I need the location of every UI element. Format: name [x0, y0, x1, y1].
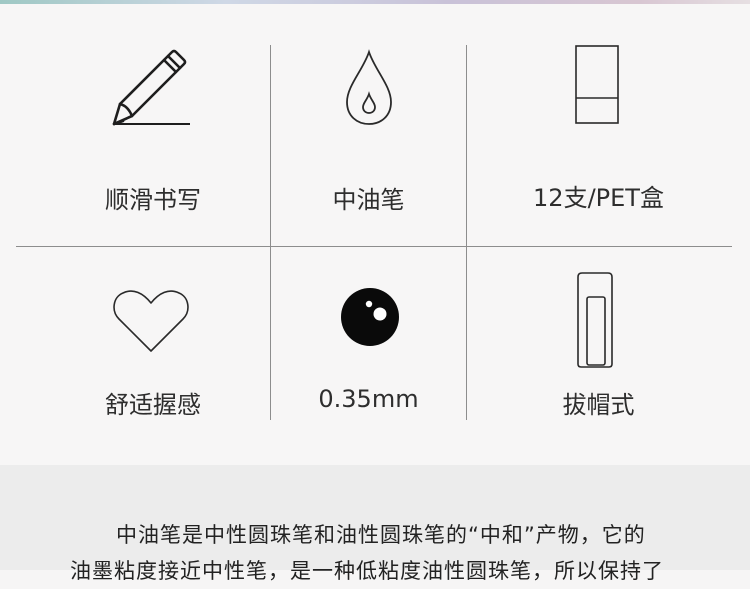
- feature-label: 0.35mm: [318, 385, 419, 413]
- pencil-icon: [112, 49, 190, 126]
- heart-icon: [113, 290, 189, 352]
- feature-label: 中油笔: [332, 186, 405, 214]
- box-icon: [575, 45, 619, 124]
- description-line-2: 油墨粘度接近中性笔，是一种低粘度油性圆珠笔，所以保持了: [70, 559, 664, 583]
- feature-cap-type: 拔帽式: [467, 247, 730, 422]
- pen-cap-icon: [577, 272, 613, 368]
- description-line-1: 中油笔是中性圆珠笔和油性圆珠笔的“中和”产物，它的: [116, 523, 646, 547]
- feature-medium-oil-pen: 中油笔: [271, 4, 466, 246]
- feature-label: 舒适握感: [105, 391, 201, 419]
- ink-drop-icon: [346, 49, 392, 125]
- feature-comfortable-grip: 舒适握感: [36, 247, 270, 422]
- feature-tip-size: 0.35mm: [271, 247, 466, 422]
- feature-box-pack: 12支/PET盒: [467, 4, 730, 246]
- feature-grid: 顺滑书写 中油笔 12支/PET盒 舒适握感 0.35mm 拔帽式: [0, 4, 750, 465]
- ball-tip-icon: [341, 288, 399, 346]
- feature-label: 12支/PET盒: [533, 184, 664, 212]
- feature-label: 拔帽式: [562, 391, 635, 419]
- feature-label: 顺滑书写: [105, 186, 201, 214]
- feature-smooth-writing: 顺滑书写: [36, 4, 270, 246]
- description-panel: 中油笔是中性圆珠笔和油性圆珠笔的“中和”产物，它的 油墨粘度接近中性笔，是一种低…: [0, 465, 750, 583]
